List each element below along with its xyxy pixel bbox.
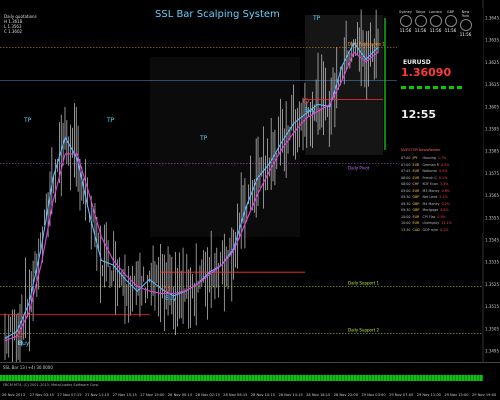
news-header: NVESTOR NewsReader [401, 148, 441, 152]
y-tick-label: 1.3565 [485, 193, 499, 198]
y-tick-label: 1.3495 [485, 349, 499, 354]
y-tick-label: 1.3545 [485, 238, 499, 243]
x-tick-label: 28 Nov 06:15 [223, 393, 247, 397]
news-row: 13:30 CAD GDP m/m 0.2% [401, 228, 483, 235]
x-tick-label: 28 Nov 18:15 [306, 393, 330, 397]
clock-time: 11:56 [444, 28, 457, 33]
clock-time: 11:56 [459, 32, 472, 37]
daily-quotations-info: Daily quotations H 1.3618 L 1.3563 C 1.3… [4, 14, 37, 34]
world-clocks: Sydney 11:56 Tokyo 11:56 London 11:56 GBP 11… [399, 10, 472, 37]
x-tick-label: 27 Nov 11:15 [85, 393, 109, 397]
x-tick-label: 29 Nov 07:00 [389, 393, 414, 397]
x-tick-label: 29 Nov 11:00 [417, 393, 442, 397]
clock-time: 11:56 [414, 28, 427, 33]
x-tick-label: 26 Nov 2013 [2, 393, 25, 397]
y-tick-label: 1.3505 [485, 326, 499, 331]
symbol-label: EURUSD [403, 59, 431, 66]
y-tick-label: 1.3625 [485, 60, 499, 65]
x-tick-label: 28 Nov 10:15 [251, 393, 275, 397]
annotation-label: TP [23, 117, 32, 124]
y-tick-label: 1.3605 [485, 104, 499, 109]
y-tick-label: 1.3595 [485, 127, 499, 132]
info-line: C 1.3602 [4, 29, 23, 34]
bid-price: 1.36090 [401, 66, 452, 79]
annotation-label: TP [106, 117, 115, 124]
y-tick-label: 1.3515 [485, 304, 499, 309]
x-tick-label: 28 Nov 22:00 [334, 393, 359, 397]
y-tick-label: 1.3555 [485, 215, 499, 220]
clock-dial-icon [429, 15, 442, 27]
clock-dial-icon [399, 15, 412, 27]
x-tick-label: 28 Nov 00:15 [168, 393, 192, 397]
y-tick-label: 1.3575 [485, 171, 499, 176]
clock-tokyo: Tokyo 11:56 [414, 10, 427, 37]
x-tick-label: 27 Nov 07:15 [57, 393, 81, 397]
copyright-text: FBCM MT4, (C) 2001-2013, MetaQuotes Soft… [3, 383, 100, 387]
news-val: 0.2% [440, 227, 449, 232]
strength-bars [401, 86, 462, 89]
clock-city: London [429, 10, 442, 14]
news-list: 07:00 JPY Housing 1.7% 07:00 EUR German R 0.5% 0… [401, 156, 483, 234]
x-tick-label: 27 Nov 03:15 [30, 393, 54, 397]
chart-title: SSL Bar Scalping System [155, 9, 280, 20]
annotation-label: Buy [304, 107, 316, 114]
session-box-right [305, 15, 383, 155]
x-tick-label: 28 Nov 14:15 [278, 393, 302, 397]
annotation-label: TP [312, 15, 321, 22]
clock-city: Tokyo [415, 10, 426, 14]
subwindow-label: SSL Bar 13 (+4) 30.0000 [3, 365, 53, 370]
clock-sydney: Sydney 11:56 [399, 10, 412, 37]
annotation-label: TP [199, 135, 208, 142]
x-tick-label: 27 Nov 15:15 [113, 393, 137, 397]
clock-city: GBP [446, 10, 455, 14]
clock-dial-icon [414, 15, 427, 27]
y-tick-label: 1.3535 [485, 260, 499, 265]
clock-new-york: New York 11:56 [459, 10, 472, 37]
y-axis-ticks: 1.3645 1.3635 1.3625 1.3615 1.3605 1.3595 1.35… [485, 16, 499, 354]
clock-london: London 11:56 [429, 10, 442, 37]
x-tick-label: 29 Nov 15:00 [444, 393, 469, 397]
ssl-bar-histogram [0, 375, 483, 381]
news-cur: CAD [412, 227, 420, 232]
clock-time: 11:56 [399, 28, 412, 33]
y-tick-label: 1.3635 [485, 38, 499, 43]
clock-time: 11:56 [429, 28, 442, 33]
news-event: GDP m/m [422, 227, 439, 232]
clock-city: New York [461, 10, 470, 18]
y-tick-label: 1.3585 [485, 149, 499, 154]
level-label: Daily Support 1 [348, 280, 379, 285]
clock-dial-icon [459, 19, 472, 31]
y-tick-label: 1.3645 [485, 16, 499, 21]
y-tick-label: 1.3615 [485, 82, 499, 87]
y-tick-label: 1.3525 [485, 282, 499, 287]
x-tick-label: 27 Nov 19:00 [140, 393, 165, 397]
x-tick-label: 29 Nov 19:00 [472, 393, 497, 397]
session-box-left [150, 57, 300, 237]
x-tick-label: 29 Nov 03:00 [361, 393, 386, 397]
server-clock: 12:55 [401, 108, 437, 121]
x-tick-label: 28 Nov 02:15 [196, 393, 220, 397]
news-time: 13:30 [401, 227, 411, 232]
x-axis-ticks: 26 Nov 2013 27 Nov 03:15 27 Nov 07:15 27 No… [2, 393, 497, 397]
level-label: Daily Pivot [348, 165, 370, 170]
clock-gbp: GBP 11:56 [444, 10, 457, 37]
level-label: Daily Support 2 [348, 328, 379, 333]
annotation-label: Buy [165, 295, 177, 302]
clock-city: Sydney [399, 10, 412, 14]
info-panel: Sydney 11:56 Tokyo 11:56 London 11:56 GBP 11… [397, 8, 483, 233]
clock-dial-icon [444, 15, 457, 27]
annotation-label: Buy [18, 340, 30, 347]
